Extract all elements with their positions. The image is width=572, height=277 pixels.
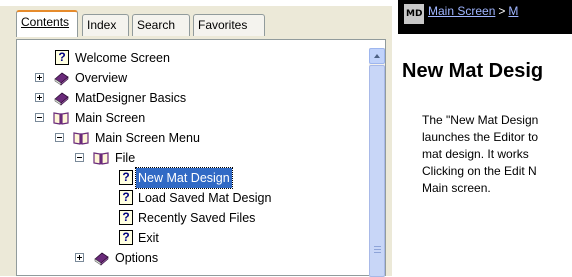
expand-icon[interactable] <box>75 253 84 262</box>
closed-book-icon <box>54 92 69 106</box>
open-book-icon <box>73 132 89 145</box>
closed-book-icon <box>54 72 69 86</box>
help-topic-pane: MD Main Screen > M New Mat Desig The "New … <box>398 0 572 276</box>
question-page-icon: ? <box>119 230 133 245</box>
tree-item-label: Options <box>115 251 159 265</box>
page-title: New Mat Desig <box>402 60 544 82</box>
tree-item-label: Recently Saved Files <box>138 211 256 225</box>
tab-index[interactable]: Index <box>82 14 129 36</box>
breadcrumb: Main Screen > M <box>428 4 518 18</box>
question-page-icon: ? <box>119 190 133 205</box>
tree-item-label: Exit <box>138 231 159 245</box>
tree-item-label: New Mat Design <box>135 167 233 189</box>
tab-index-label: Index <box>87 18 117 32</box>
thumb-grip <box>374 246 381 247</box>
thumb-grip <box>374 252 381 253</box>
topic-navigation-bar: MD Main Screen > M <box>398 0 572 34</box>
help-navigation-pane: Contents Index Search Favorites ? Welcom… <box>0 6 392 277</box>
contents-panel: ? Welcome Screen Overview MatDesigner Ba… <box>16 39 386 277</box>
topic-body: The "New Mat Design launches the Editor … <box>422 112 572 197</box>
expand-icon[interactable] <box>35 93 44 102</box>
tree-item-label: Load Saved Mat Design <box>138 191 272 205</box>
tree-item-label: MatDesigner Basics <box>75 91 187 105</box>
tree-item-label: Welcome Screen <box>75 51 170 65</box>
collapse-icon[interactable] <box>35 113 44 122</box>
body-line: Clicking on the Edit N <box>422 164 537 178</box>
body-line: launches the Editor to <box>422 130 539 144</box>
tab-contents-label: Contents <box>21 15 70 29</box>
vertical-scrollbar[interactable] <box>369 48 385 277</box>
tab-favorites[interactable]: Favorites <box>193 14 265 36</box>
tree-item-label: Main Screen Menu <box>95 131 200 145</box>
contents-tree: ? Welcome Screen Overview MatDesigner Ba… <box>25 48 365 277</box>
tab-bar: Contents Index Search Favorites <box>16 10 386 37</box>
open-book-icon <box>53 112 69 125</box>
breadcrumb-separator: > <box>498 4 506 18</box>
thumb-grip <box>374 249 381 250</box>
expand-icon[interactable] <box>35 73 44 82</box>
breadcrumb-main-screen-link[interactable]: Main Screen <box>428 4 495 18</box>
closed-book-icon <box>94 252 109 266</box>
body-line: mat design. It works <box>422 147 529 161</box>
tab-search[interactable]: Search <box>132 14 190 36</box>
body-line: The "New Mat Design <box>422 113 539 127</box>
tab-search-label: Search <box>137 18 176 32</box>
app-logo: MD <box>404 4 424 24</box>
question-page-icon: ? <box>119 170 133 185</box>
question-page-icon: ? <box>119 210 133 225</box>
open-book-icon <box>93 152 109 165</box>
app-logo-text: MD <box>406 9 423 19</box>
tree-item-label: Main Screen <box>75 111 146 125</box>
collapse-icon[interactable] <box>75 153 84 162</box>
scroll-thumb[interactable] <box>369 65 385 277</box>
tab-favorites-label: Favorites <box>198 18 248 32</box>
tree-item-label: File <box>115 151 136 165</box>
tab-contents[interactable]: Contents <box>16 10 78 37</box>
body-line: Main screen. <box>422 181 491 195</box>
tree-item-label: Overview <box>75 71 128 85</box>
scroll-up-button[interactable] <box>369 48 385 64</box>
question-page-icon: ? <box>55 50 69 65</box>
collapse-icon[interactable] <box>55 133 64 142</box>
breadcrumb-next-link[interactable]: M <box>508 4 518 18</box>
